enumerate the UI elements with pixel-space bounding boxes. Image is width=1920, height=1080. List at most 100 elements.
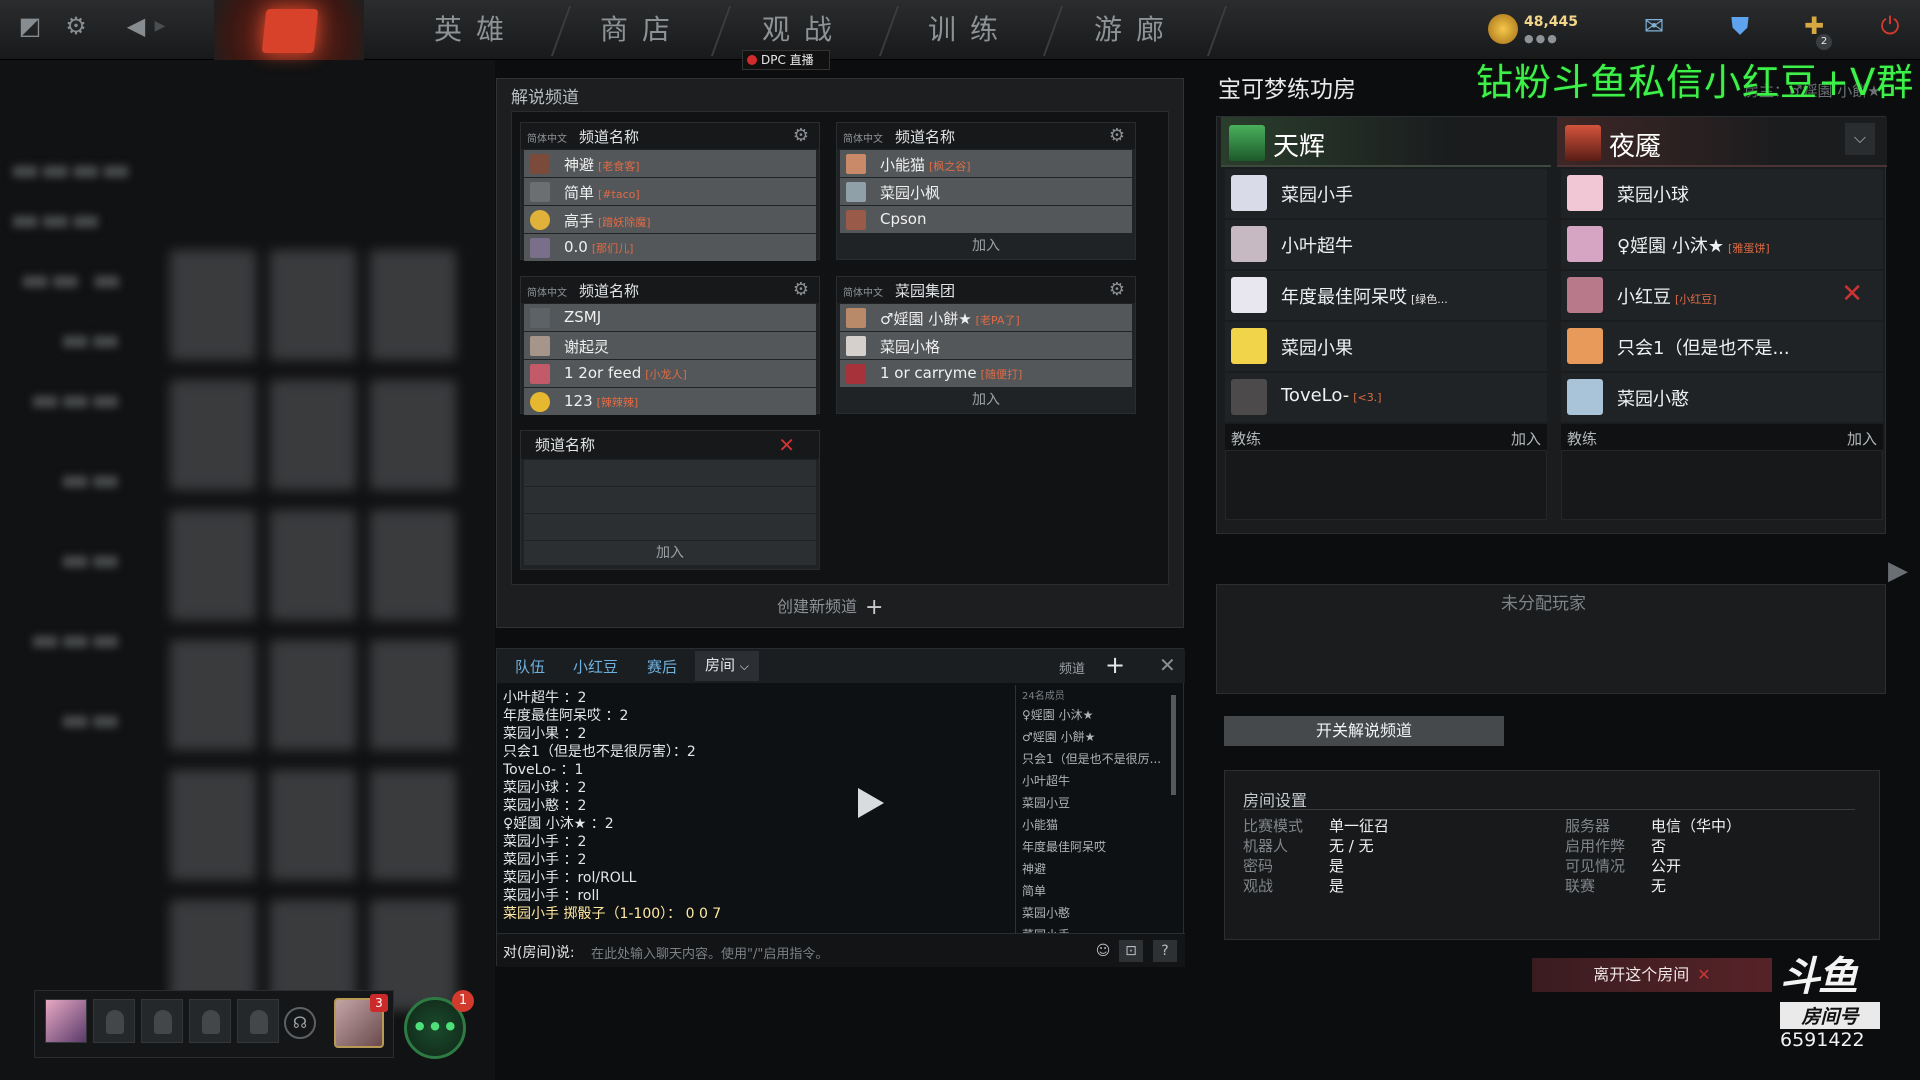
create-channel-label: 创建新频道 <box>777 597 858 616</box>
kick-player-icon[interactable]: ✕ <box>1841 279 1863 309</box>
player-slot[interactable]: 年度最佳阿呆哎 [绿色... <box>1225 271 1547 320</box>
dota-logo-home-button[interactable] <box>214 0 364 60</box>
emoji-icon[interactable]: ☺ <box>1091 940 1115 962</box>
player-slot[interactable]: 菜园小果 <box>1225 322 1547 371</box>
channel-join-button[interactable]: 加入 <box>837 234 1135 258</box>
douyu-watermark: 斗鱼 房间号 6591422 <box>1780 944 1900 1052</box>
dashboard-icon[interactable]: ◩ <box>16 12 44 40</box>
coach-join-button[interactable]: 加入 <box>1511 428 1541 449</box>
party-slot-empty[interactable] <box>237 999 279 1043</box>
channel-player-row[interactable]: 0.0 [那们儿] <box>524 234 816 261</box>
add-channel-icon[interactable]: + <box>1105 651 1125 679</box>
chat-message: 年度最佳阿呆哎 ：2 <box>503 708 629 724</box>
player-slot[interactable]: 菜园小球 <box>1561 169 1883 218</box>
channel-player-row[interactable]: ZSMJ <box>524 304 816 331</box>
battle-pass-icon[interactable]: ⛊ <box>1726 12 1754 40</box>
player-name: 菜园小格 <box>880 338 941 356</box>
member-item[interactable]: 神避 <box>1016 858 1177 880</box>
channel-player-row[interactable]: 简单 [#taco] <box>524 178 816 205</box>
coach-join-button[interactable]: 加入 <box>1847 428 1877 449</box>
tab-lobby[interactable]: 房间 ⌵ <box>695 651 759 681</box>
nav-arcade[interactable]: 游廊 <box>1094 0 1178 60</box>
chat-input[interactable]: 在此处输入聊天内容。使用"/"启用指令。 <box>591 943 828 962</box>
expand-arrow-icon[interactable]: ▶ <box>1888 556 1908 586</box>
player-avatar <box>846 308 866 328</box>
member-item[interactable]: 简单 <box>1016 880 1177 902</box>
channel-player-row[interactable]: 谢起灵 <box>524 332 816 359</box>
member-item[interactable]: ♂婬園 小餅★ <box>1016 726 1177 748</box>
coach-bar: 教练 加入 <box>1225 424 1547 450</box>
nav-store[interactable]: 商店 <box>600 0 684 60</box>
member-item[interactable]: 小能猫 <box>1016 814 1177 836</box>
player-slot[interactable]: ♀婬園 小沐★ [雅蛋饼] <box>1561 220 1883 269</box>
member-item[interactable]: 年度最佳阿呆哎 <box>1016 836 1177 858</box>
currency-display[interactable]: 48,445 ●●● <box>1488 12 1598 52</box>
member-item[interactable]: 菜园小豆 <box>1016 792 1177 814</box>
member-item[interactable]: ♀婬園 小沐★ <box>1016 704 1177 726</box>
player-avatar <box>846 364 866 384</box>
chat-wheel-icon[interactable]: ⊡ <box>1119 940 1143 962</box>
player-slot[interactable]: 菜园小憨 <box>1561 373 1883 422</box>
channel-gear-icon[interactable]: ⚙ <box>1109 279 1125 300</box>
chat-message: 菜园小手 ：2 <box>503 852 587 868</box>
party-avatar-self[interactable] <box>45 999 87 1043</box>
channel-gear-icon[interactable]: ⚙ <box>1109 125 1125 146</box>
tab-whisper[interactable]: 小红豆 <box>573 656 618 677</box>
channel-player-row[interactable]: 1 or carryme [随便打] <box>840 360 1132 387</box>
channel-player-row[interactable]: ♂婬園 小餅★ [老PA了] <box>840 304 1132 331</box>
party-slot-empty[interactable] <box>189 999 231 1043</box>
dota-logo-icon <box>261 9 319 53</box>
nav-heroes[interactable]: 英雄 <box>434 0 518 60</box>
party-slot-empty[interactable] <box>93 999 135 1043</box>
setting-value: 单一征召 <box>1329 817 1390 835</box>
channel-player-row[interactable]: 高手 [蹭妖除魔] <box>524 206 816 233</box>
unassigned-players[interactable]: 未分配玩家 <box>1216 584 1886 694</box>
channel-player-row[interactable]: 神避 [老食客] <box>524 150 816 177</box>
gear-icon[interactable]: ⚙ <box>62 12 90 40</box>
channel-join-button[interactable]: 加入 <box>837 388 1135 412</box>
chat-notification-icon[interactable]: ✉ <box>1640 12 1668 40</box>
channel-label[interactable]: 频道 <box>1059 658 1085 677</box>
channel-join-button[interactable]: 加入 <box>524 541 816 565</box>
help-button[interactable]: ? <box>1153 940 1177 962</box>
player-name: 小叶超牛 <box>1281 236 1353 257</box>
member-item[interactable]: 小叶超牛 <box>1016 770 1177 792</box>
member-list: 24名成员 ♀婬園 小沐★ ♂婬園 小餅★ 只会1（但是也不是很厉... 小叶超牛 菜园… <box>1015 685 1177 935</box>
member-item[interactable]: 菜园小憨 <box>1016 902 1177 924</box>
member-scrollbar[interactable] <box>1171 695 1176 795</box>
toggle-commentary-button[interactable]: 开关解说频道 <box>1224 716 1504 746</box>
channel-player-row[interactable]: Cpson <box>840 206 1132 233</box>
leave-lobby-button[interactable]: 离开这个房间 ✕ <box>1532 958 1772 992</box>
channel-player-row[interactable]: 1 2or feed [小龙人] <box>524 360 816 387</box>
channel-player-row[interactable]: 123 [辣辣辣] <box>524 388 816 415</box>
nav-learn[interactable]: 训练 <box>928 0 1012 60</box>
create-channel-button[interactable]: 创建新频道 + <box>777 593 883 620</box>
chat-message: 菜园小憨 ：2 <box>503 798 587 814</box>
player-slot[interactable]: 只会1（但是也不是... <box>1561 322 1883 371</box>
player-avatar <box>1567 226 1603 262</box>
channel-gear-icon[interactable]: ⚙ <box>793 125 809 146</box>
coach-slot <box>1561 450 1883 520</box>
channel-box: 简体中文 频道名称 ⚙ 神避 [老食客] 简单 [#taco] 高手 [蹭妖除魔] 0… <box>520 122 820 261</box>
channel-player-row[interactable]: 菜园小枫 <box>840 178 1132 205</box>
player-slot[interactable]: 菜园小手 <box>1225 169 1547 218</box>
forward-arrow-icon[interactable]: ▶ <box>146 12 174 40</box>
tab-postgame[interactable]: 赛后 <box>647 656 677 677</box>
player-name: 小红豆 <box>1617 287 1671 308</box>
party-slot-empty[interactable] <box>141 999 183 1043</box>
dpc-live-button[interactable]: DPC 直播 <box>742 50 830 70</box>
close-icon[interactable]: ✕ <box>1159 653 1176 677</box>
player-slot[interactable]: ToveLo- [<3.] <box>1225 373 1547 422</box>
member-item[interactable]: 只会1（但是也不是很厉... <box>1016 748 1177 770</box>
delete-channel-icon[interactable]: ✕ <box>778 433 795 457</box>
tab-team[interactable]: 队伍 <box>515 656 545 677</box>
chevron-down-icon[interactable]: ⌵ <box>1845 123 1875 155</box>
channel-player-row[interactable]: 菜园小格 <box>840 332 1132 359</box>
channel-player-row[interactable]: 小能猫 [枫之谷] <box>840 150 1132 177</box>
channel-name: 菜园集团 <box>895 282 956 300</box>
player-slot[interactable]: 小红豆 [小红豆] ✕ <box>1561 271 1883 320</box>
player-slot[interactable]: 小叶超牛 <box>1225 220 1547 269</box>
power-icon[interactable]: ⏻ <box>1876 12 1904 40</box>
voice-headset-icon[interactable]: ☊ <box>284 1007 316 1039</box>
channel-gear-icon[interactable]: ⚙ <box>793 279 809 300</box>
